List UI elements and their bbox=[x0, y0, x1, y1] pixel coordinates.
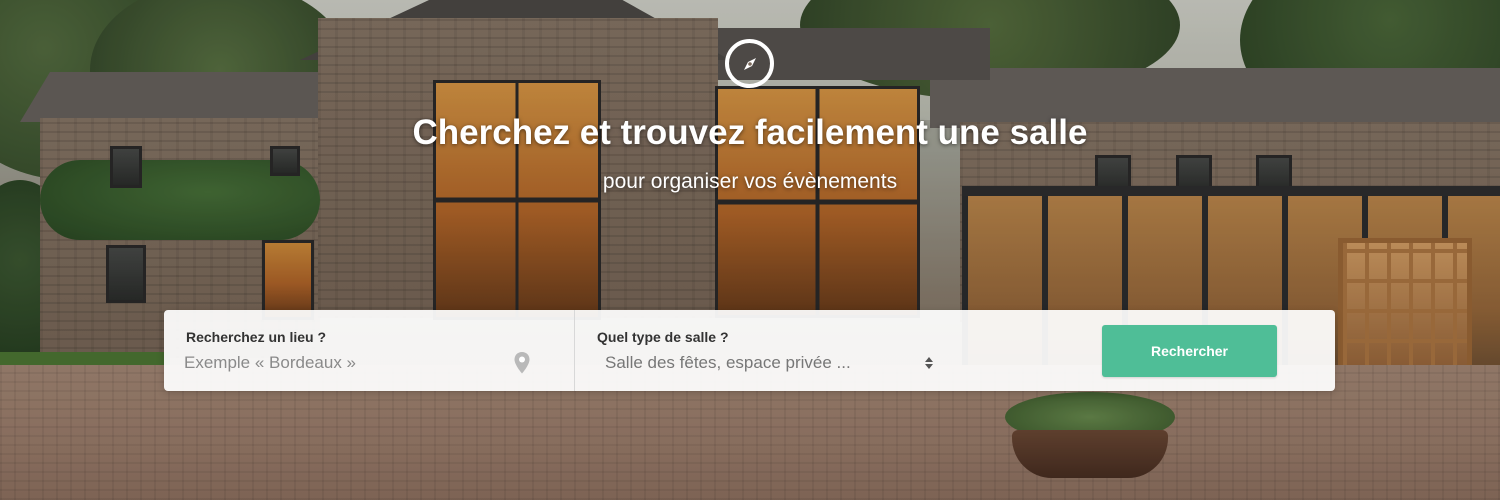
venue-type-label: Quel type de salle ? bbox=[597, 329, 729, 345]
hero-title: Cherchez et trouvez facilement une salle bbox=[412, 113, 1088, 152]
field-divider bbox=[574, 310, 575, 391]
venue-type-selected-value: Salle des fêtes, espace privée ... bbox=[605, 353, 851, 372]
location-label: Recherchez un lieu ? bbox=[186, 329, 327, 345]
compass-icon bbox=[725, 39, 774, 88]
sort-arrows-icon bbox=[925, 357, 933, 369]
venue-type-select[interactable]: Salle des fêtes, espace privée ... bbox=[605, 348, 935, 378]
search-bar: Recherchez un lieu ? Quel type de salle … bbox=[164, 310, 1335, 391]
hero-subtitle: pour organiser vos évènements bbox=[602, 170, 898, 193]
map-pin-icon bbox=[513, 351, 531, 375]
location-input[interactable] bbox=[184, 348, 534, 378]
search-button[interactable]: Rechercher bbox=[1102, 325, 1277, 377]
